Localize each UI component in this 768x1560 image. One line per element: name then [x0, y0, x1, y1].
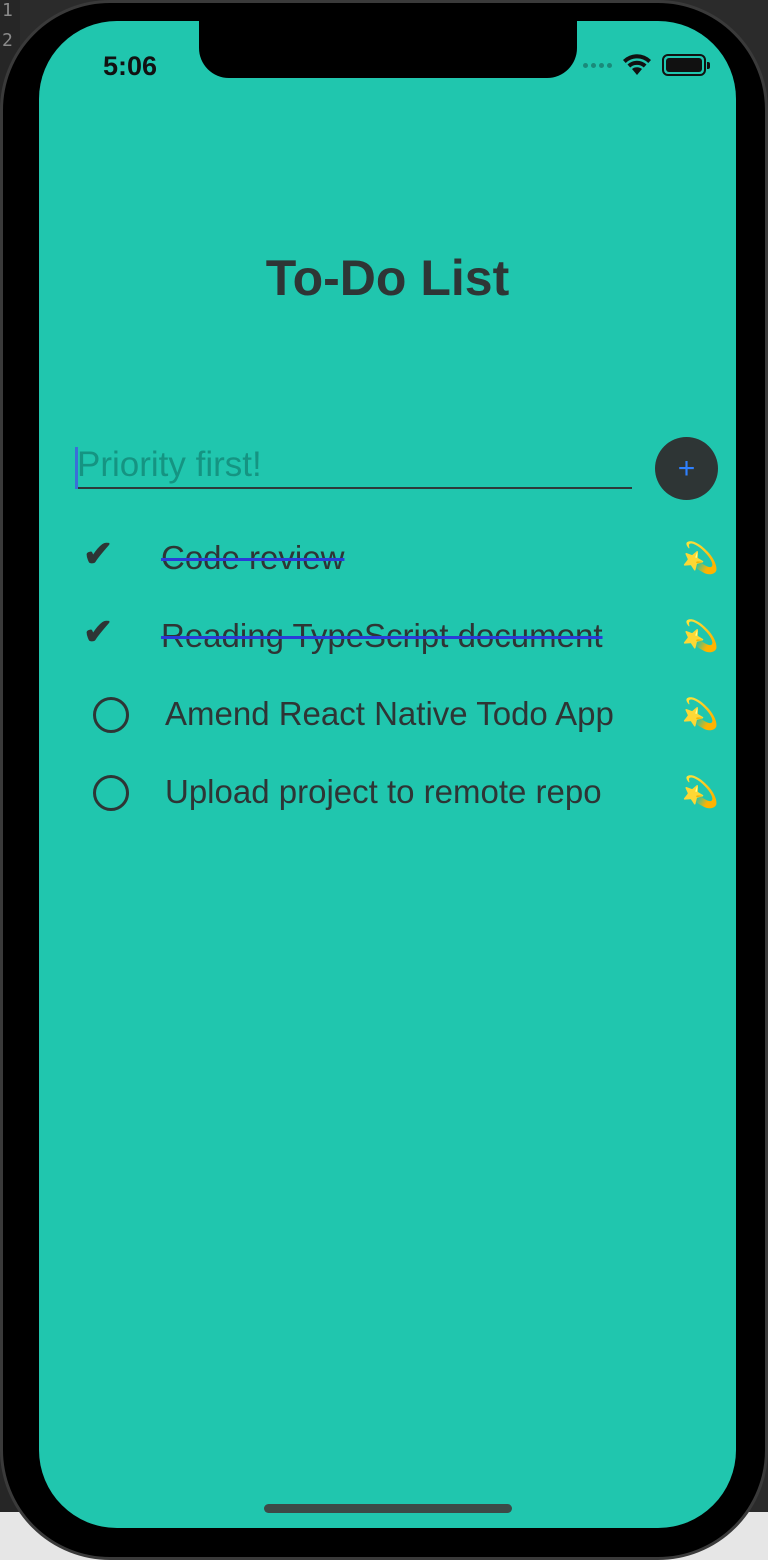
todo-input[interactable]: [75, 443, 632, 489]
page-title: To-Do List: [265, 250, 510, 306]
dizzy-star-icon[interactable]: 💫: [682, 541, 719, 576]
status-icons: [583, 54, 710, 76]
todo-item[interactable]: ✔ Code review 💫: [75, 521, 719, 599]
todo-item[interactable]: Upload project to remote repo 💫: [75, 755, 719, 833]
wifi-icon: [622, 54, 652, 76]
todo-text: Amend React Native Todo App: [165, 695, 614, 732]
line-number: 1: [2, 0, 13, 21]
todo-text: Reading TypeScript document: [161, 617, 603, 654]
todo-text: Upload project to remote repo: [165, 773, 602, 810]
home-indicator[interactable]: [264, 1504, 512, 1513]
add-todo-row: +: [75, 437, 719, 501]
line-number: 2: [2, 30, 13, 51]
unchecked-circle-icon[interactable]: [93, 775, 129, 811]
notch: [199, 21, 577, 78]
todo-item[interactable]: ✔ Reading TypeScript document 💫: [75, 599, 719, 677]
phone-frame: 5:06 To-Do List + ✔: [0, 0, 768, 1560]
dizzy-star-icon[interactable]: 💫: [682, 775, 719, 810]
todo-list: ✔ Code review 💫 ✔ Reading TypeScript doc…: [75, 521, 719, 833]
unchecked-circle-icon[interactable]: [93, 697, 129, 733]
check-icon[interactable]: ✔: [83, 611, 113, 653]
text-caret: [75, 447, 78, 489]
todo-text: Code review: [161, 539, 345, 576]
signal-dots-icon: [583, 62, 612, 68]
todo-item[interactable]: Amend React Native Todo App 💫: [75, 677, 719, 755]
dizzy-star-icon[interactable]: 💫: [682, 619, 719, 654]
status-time: 5:06: [103, 51, 158, 81]
add-todo-button[interactable]: +: [655, 437, 718, 500]
app-screen: 5:06 To-Do List + ✔: [39, 21, 736, 1528]
battery-icon: [662, 54, 710, 76]
dizzy-star-icon[interactable]: 💫: [682, 697, 719, 732]
check-icon[interactable]: ✔: [83, 533, 113, 575]
